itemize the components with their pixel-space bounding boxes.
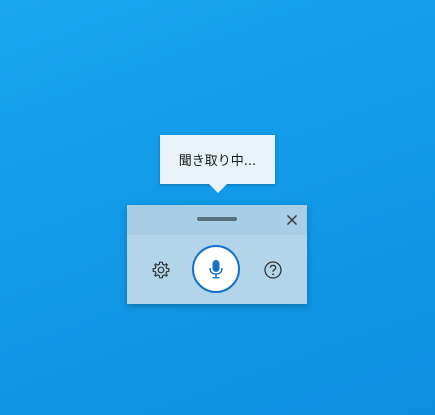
microphone-button[interactable]: [192, 245, 240, 293]
tooltip-arrow: [209, 184, 227, 193]
settings-button[interactable]: [148, 257, 174, 283]
help-icon: [264, 261, 282, 279]
voice-typing-panel: [127, 205, 307, 304]
listening-status-text: 聞き取り中...: [178, 154, 257, 169]
gear-icon: [152, 261, 170, 279]
close-icon: [287, 215, 297, 225]
listening-tooltip: 聞き取り中...: [160, 135, 275, 184]
panel-header: [127, 205, 307, 235]
close-button[interactable]: [283, 211, 301, 229]
drag-handle[interactable]: [197, 217, 237, 221]
help-button[interactable]: [260, 257, 286, 283]
microphone-icon: [209, 260, 223, 279]
